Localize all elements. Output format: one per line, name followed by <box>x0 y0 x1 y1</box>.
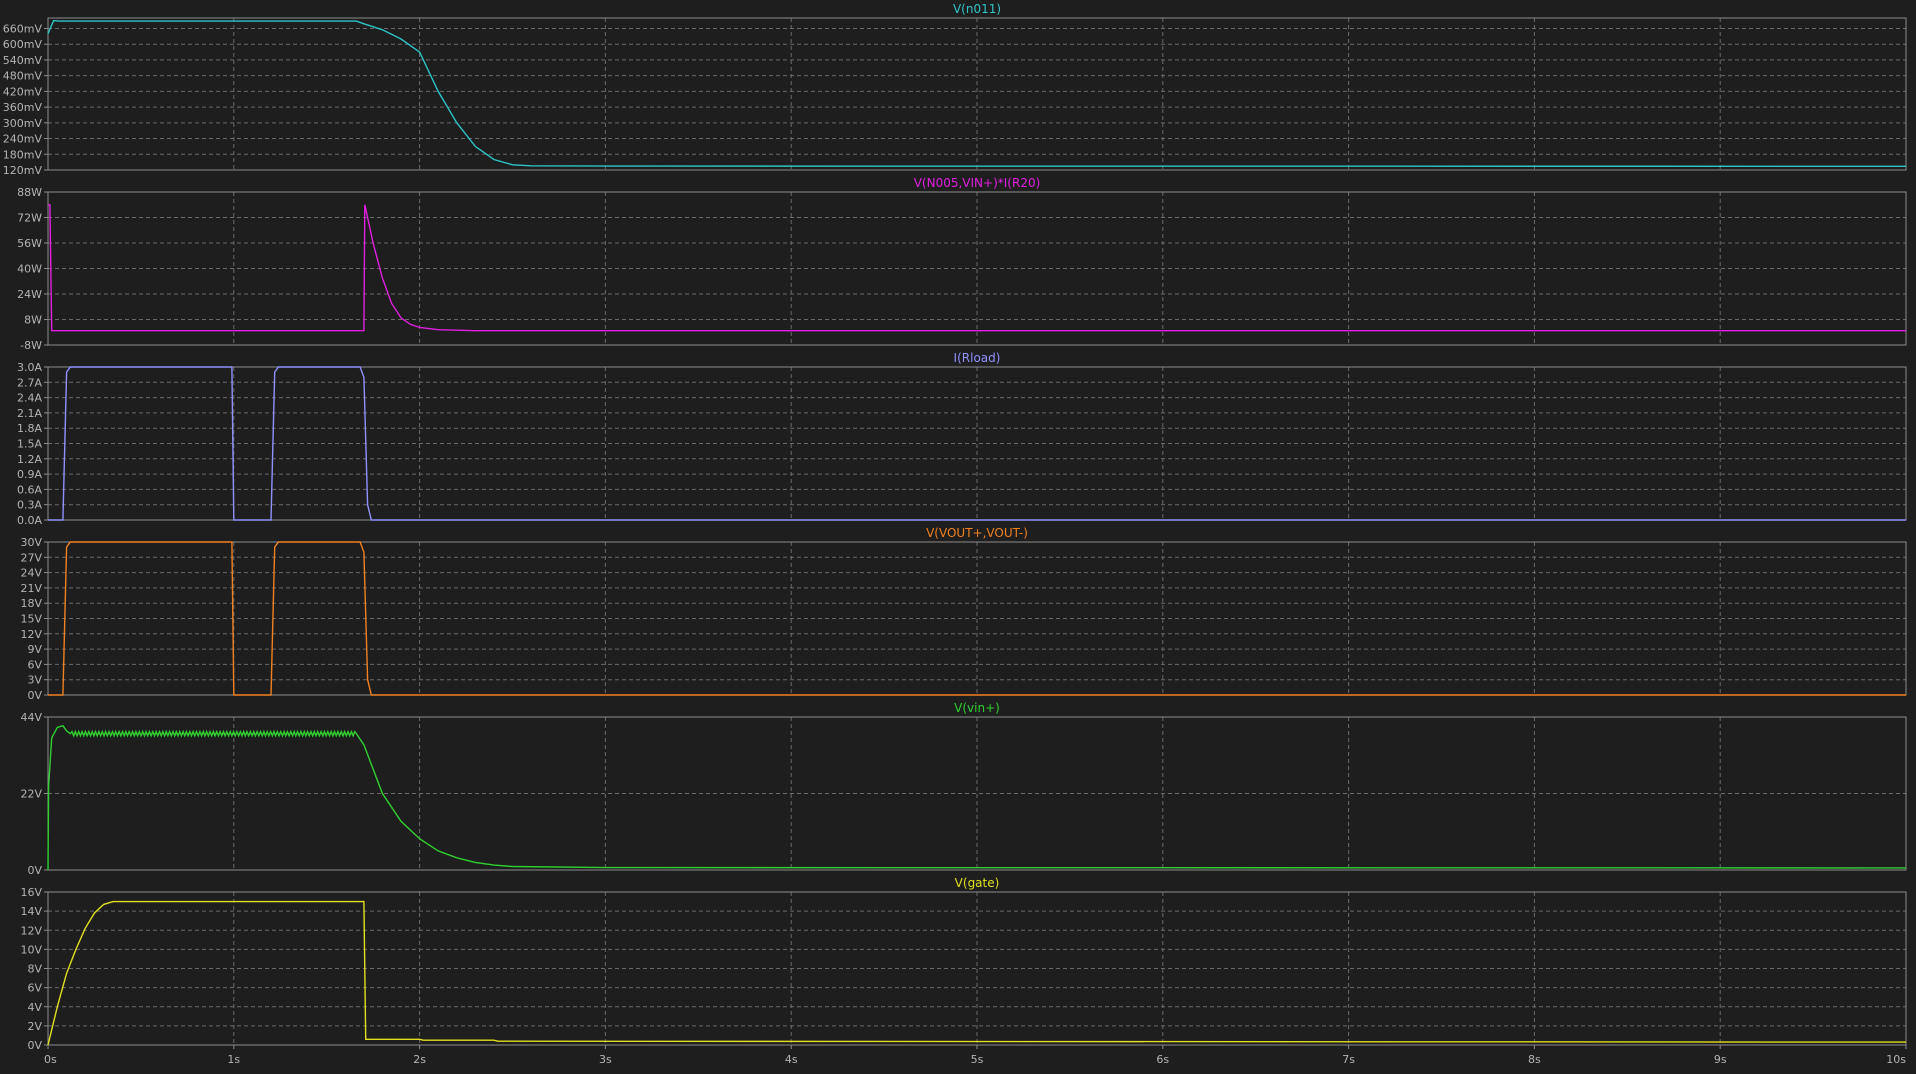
y-tick-label: 24W <box>17 288 42 301</box>
trace-title[interactable]: V(vin+) <box>954 701 1000 715</box>
y-tick-label: 0.3A <box>17 499 42 512</box>
trace-title[interactable]: V(N005,VIN+)*I(R20) <box>914 176 1041 190</box>
y-tick-label: 0.6A <box>17 483 42 496</box>
x-tick-label: 5s <box>971 1053 984 1066</box>
y-tick-label: 8V <box>27 963 42 976</box>
trace-title[interactable]: I(Rload) <box>954 351 1001 365</box>
y-tick-label: 6V <box>27 982 42 995</box>
y-tick-label: 180mV <box>3 148 43 161</box>
x-tick-label: 2s <box>413 1053 426 1066</box>
y-tick-label: 660mV <box>3 22 43 35</box>
y-tick-label: 72W <box>17 212 42 225</box>
y-tick-label: 0V <box>27 1039 42 1052</box>
x-tick-label: 7s <box>1342 1053 1355 1066</box>
y-tick-label: 0V <box>27 864 42 877</box>
pane-4: V(VOUT+,VOUT-) 30V 27V 24V 21V 18V 15V 12V 9V 6V 3… <box>20 526 1907 702</box>
pane-6: V(gate) 16V 14V 12V 10V 8V 6V 4V 2V 0V <box>20 876 1907 1052</box>
y-tick-label: 480mV <box>3 70 43 83</box>
y-tick-label: 16V <box>20 886 42 899</box>
x-tick-label: 3s <box>599 1053 612 1066</box>
y-tick-label: 120mV <box>3 164 43 177</box>
y-tick-label: 6V <box>27 658 42 671</box>
y-tick-label: 3.0A <box>17 361 42 374</box>
y-tick-label: 15V <box>20 613 42 626</box>
y-tick-label: 22V <box>20 788 42 801</box>
y-tick-label: 3V <box>27 674 42 687</box>
y-tick-label: 56W <box>17 237 42 250</box>
y-tick-label: 27V <box>20 551 42 564</box>
pane-1: V(n011) 660mV 600mV 540mV 480mV 420mV 360mV 300… <box>3 2 1907 177</box>
pane-2: V(N005,VIN+)*I(R20) 88W 72W 56W 40W 24W 8W -8W <box>17 176 1907 352</box>
x-tick-label: 4s <box>785 1053 798 1066</box>
y-tick-label: 44V <box>20 711 42 724</box>
y-tick-label: 12V <box>20 628 42 641</box>
y-tick-label: 88W <box>17 186 42 199</box>
y-tick-label: 2V <box>27 1020 42 1033</box>
pane-5: V(vin+) 44V 22V 0V <box>20 701 1907 877</box>
x-tick-label: 1s <box>227 1053 240 1066</box>
y-tick-label: 0.9A <box>17 468 42 481</box>
trace-title[interactable]: V(VOUT+,VOUT-) <box>926 526 1028 540</box>
x-tick-label: 8s <box>1528 1053 1541 1066</box>
y-tick-label: 24V <box>20 567 42 580</box>
waveform-plot[interactable]: V(n011) 660mV 600mV 540mV 480mV 420mV 360mV 300… <box>0 0 1916 1074</box>
y-tick-label: 2.7A <box>17 376 42 389</box>
y-tick-label: 9V <box>27 643 42 656</box>
y-tick-label: 540mV <box>3 54 43 67</box>
y-tick-label: 30V <box>20 536 42 549</box>
y-tick-label: -8W <box>20 339 42 352</box>
y-tick-label: 0V <box>27 689 42 702</box>
y-tick-label: 1.2A <box>17 453 42 466</box>
y-tick-label: 4V <box>27 1001 42 1014</box>
y-tick-label: 2.1A <box>17 407 42 420</box>
y-tick-label: 420mV <box>3 85 43 98</box>
y-tick-label: 10V <box>20 943 42 956</box>
y-tick-label: 1.8A <box>17 422 42 435</box>
y-tick-label: 300mV <box>3 117 43 130</box>
y-tick-label: 12V <box>20 924 42 937</box>
y-tick-label: 2.4A <box>17 392 42 405</box>
x-tick-label: 10s <box>1886 1053 1906 1066</box>
y-tick-label: 8W <box>24 314 42 327</box>
y-tick-label: 18V <box>20 597 42 610</box>
x-tick-label: 0s <box>44 1053 57 1066</box>
y-tick-label: 240mV <box>3 133 43 146</box>
y-tick-label: 0.0A <box>17 514 42 527</box>
x-tick-label: 6s <box>1156 1053 1169 1066</box>
trace-title[interactable]: V(n011) <box>953 2 1001 16</box>
y-tick-label: 1.5A <box>17 438 42 451</box>
trace-title[interactable]: V(gate) <box>955 876 1000 890</box>
pane-3: I(Rload) 3.0A 2.7A 2.4A 2.1A 1.8A 1.5A 1.2A 0.9A… <box>17 351 1907 527</box>
x-tick-label: 9s <box>1714 1053 1727 1066</box>
y-tick-label: 14V <box>20 905 42 918</box>
y-tick-label: 600mV <box>3 38 43 51</box>
y-tick-label: 40W <box>17 263 42 276</box>
y-tick-label: 21V <box>20 582 42 595</box>
y-tick-label: 360mV <box>3 101 43 114</box>
